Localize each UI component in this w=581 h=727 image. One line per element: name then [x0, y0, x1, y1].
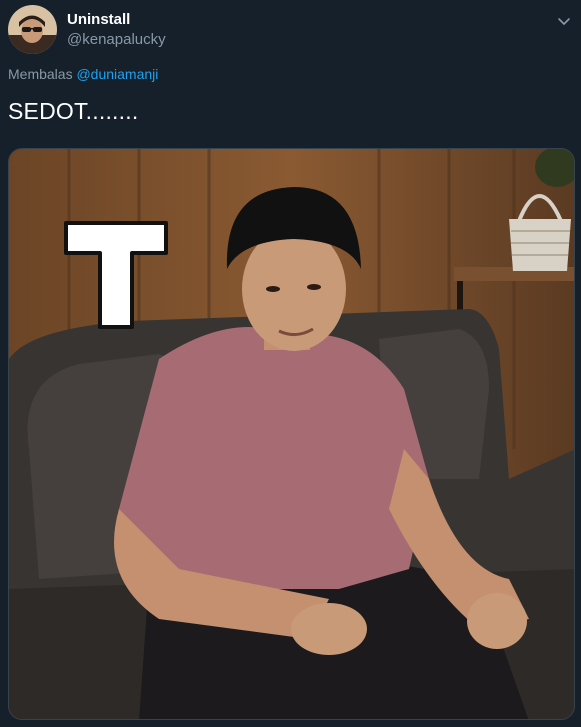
- chevron-down-icon[interactable]: [555, 12, 573, 30]
- display-name[interactable]: Uninstall: [67, 11, 130, 28]
- tweet: Uninstall @kenapalucky Membalas @duniama…: [0, 0, 581, 727]
- user-handle[interactable]: @kenapalucky: [67, 31, 166, 48]
- t-letter-sticker: [64, 221, 168, 329]
- tweet-text: SEDOT........: [8, 98, 139, 124]
- reply-context: Membalas @duniamanji: [8, 66, 158, 82]
- avatar[interactable]: [8, 5, 57, 54]
- tweet-media-image[interactable]: [8, 148, 575, 720]
- reply-prefix: Membalas: [8, 66, 77, 82]
- reply-mention-link[interactable]: @duniamanji: [76, 66, 158, 82]
